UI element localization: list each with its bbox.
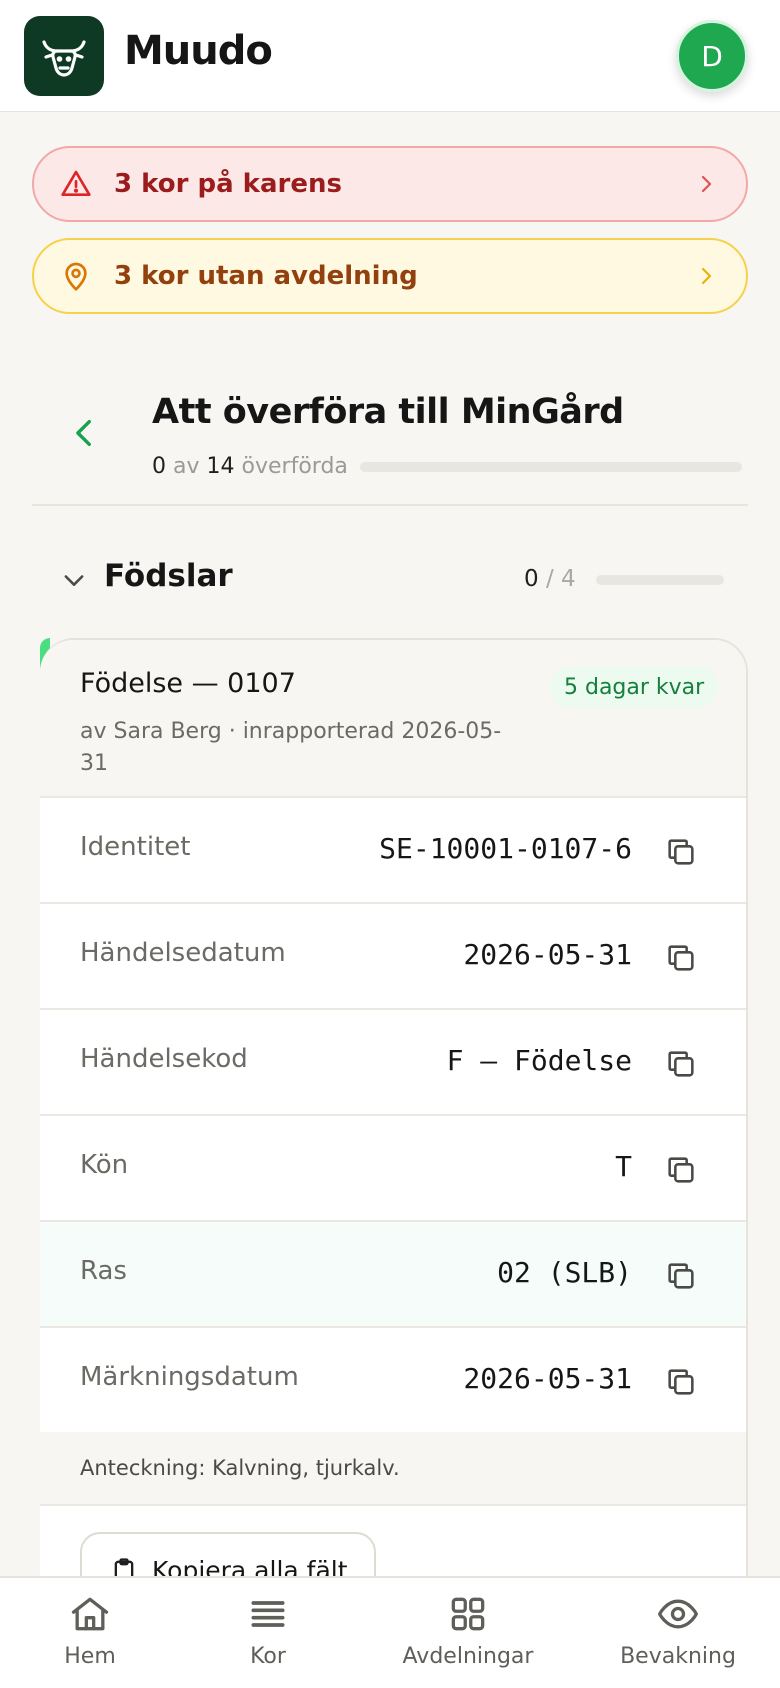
bottom-tab-bar: Hem Kor Avdelningar Bevakning xyxy=(0,1576,780,1688)
section-progress-bar xyxy=(596,575,724,585)
warning-icon xyxy=(61,170,91,196)
transfer-progress-bar xyxy=(360,462,742,472)
tab-hem[interactable]: Hem xyxy=(0,1592,180,1669)
section-count: 0 / 4 xyxy=(524,566,576,592)
chevron-down-icon xyxy=(64,575,84,586)
field-row-markningsdatum: Märkningsdatum 2026-05-31 xyxy=(40,1328,746,1434)
copy-icon[interactable] xyxy=(664,1047,698,1081)
field-row-handelsekod: Händelsekod F — Födelse xyxy=(40,1010,746,1116)
tab-kor[interactable]: Kor xyxy=(178,1592,358,1669)
note-text: Anteckning: Kalvning, tjurkalv. xyxy=(80,1456,400,1480)
field-label: Händelsedatum xyxy=(80,938,286,968)
copy-icon[interactable] xyxy=(664,1259,698,1293)
app-root: Muudo D 3 kor på karens 3 kor utan avdel… xyxy=(0,0,780,1688)
transfer-total-count: 14 xyxy=(206,454,235,479)
section-total: 4 xyxy=(561,566,576,592)
list-icon xyxy=(251,1601,285,1627)
transfer-header: Att överföra till MinGård 0 av 14 överfö… xyxy=(32,362,748,506)
alert-karens-text: 3 kor på karens xyxy=(114,169,342,199)
alert-no-department-text: 3 kor utan avdelning xyxy=(114,261,418,291)
birth-event-card: Födelse — 0107 5 dagar kvar av Sara Berg… xyxy=(40,638,748,1688)
app-title: Muudo xyxy=(124,28,273,74)
deadline-badge: 5 dagar kvar xyxy=(550,666,719,708)
field-value: T xyxy=(615,1150,632,1183)
field-label: Identitet xyxy=(80,832,191,862)
card-title: Födelse — 0107 xyxy=(80,668,296,699)
field-value: 02 (SLB) xyxy=(497,1256,632,1289)
tab-label: Kor xyxy=(250,1644,286,1669)
tab-label: Bevakning xyxy=(620,1644,736,1669)
tab-label: Hem xyxy=(64,1644,116,1669)
app-logo[interactable] xyxy=(24,16,104,96)
section-separator: / xyxy=(545,566,554,592)
field-value: F — Födelse xyxy=(446,1044,632,1077)
field-row-handelsedatum: Händelsedatum 2026-05-31 xyxy=(40,904,746,1010)
grid-icon xyxy=(451,1597,485,1631)
transfer-of-label: av xyxy=(173,454,200,479)
chevron-right-icon xyxy=(701,175,712,193)
copy-icon[interactable] xyxy=(664,835,698,869)
card-header: Födelse — 0107 5 dagar kvar av Sara Berg… xyxy=(40,640,746,798)
chevron-right-icon xyxy=(701,267,712,285)
location-pin-icon xyxy=(65,262,87,291)
alert-karens[interactable]: 3 kor på karens xyxy=(32,146,748,222)
transfer-title: Att överföra till MinGård xyxy=(152,392,624,432)
section-title: Födslar xyxy=(104,558,233,594)
transfer-progress-text: 0 av 14 överförda xyxy=(152,454,348,479)
tab-avdelningar[interactable]: Avdelningar xyxy=(378,1592,558,1669)
field-row-kon: Kön T xyxy=(40,1116,746,1222)
cow-logo-icon xyxy=(42,40,86,77)
copy-icon[interactable] xyxy=(664,1153,698,1187)
tab-label: Avdelningar xyxy=(402,1644,534,1669)
home-icon xyxy=(71,1597,109,1631)
user-avatar[interactable]: D xyxy=(676,20,748,92)
field-label: Märkningsdatum xyxy=(80,1362,299,1392)
field-row-identitet: Identitet SE-10001-0107-6 xyxy=(40,798,746,904)
transfer-done-count: 0 xyxy=(152,454,166,479)
field-row-ras: Ras 02 (SLB) xyxy=(40,1222,746,1328)
back-arrow-icon[interactable] xyxy=(68,416,102,450)
transfer-suffix: överförda xyxy=(241,454,348,479)
copy-icon[interactable] xyxy=(664,1365,698,1399)
section-done: 0 xyxy=(524,566,539,592)
alert-no-department[interactable]: 3 kor utan avdelning xyxy=(32,238,748,314)
field-label: Kön xyxy=(80,1150,129,1180)
top-header: Muudo D xyxy=(0,0,780,112)
field-label: Ras xyxy=(80,1256,127,1286)
field-value: 2026-05-31 xyxy=(463,1362,632,1395)
eye-icon xyxy=(658,1599,698,1629)
field-value: 2026-05-31 xyxy=(463,938,632,971)
copy-icon[interactable] xyxy=(664,941,698,975)
card-subtitle: av Sara Berg · inrapporterad 2026-05-31 xyxy=(80,719,502,776)
field-label: Händelsekod xyxy=(80,1044,248,1074)
tab-bevakning[interactable]: Bevakning xyxy=(588,1592,768,1669)
section-fodslar[interactable]: Födslar 0 / 4 xyxy=(32,548,748,612)
card-note: Anteckning: Kalvning, tjurkalv. xyxy=(40,1432,746,1506)
field-value: SE-10001-0107-6 xyxy=(379,832,632,865)
